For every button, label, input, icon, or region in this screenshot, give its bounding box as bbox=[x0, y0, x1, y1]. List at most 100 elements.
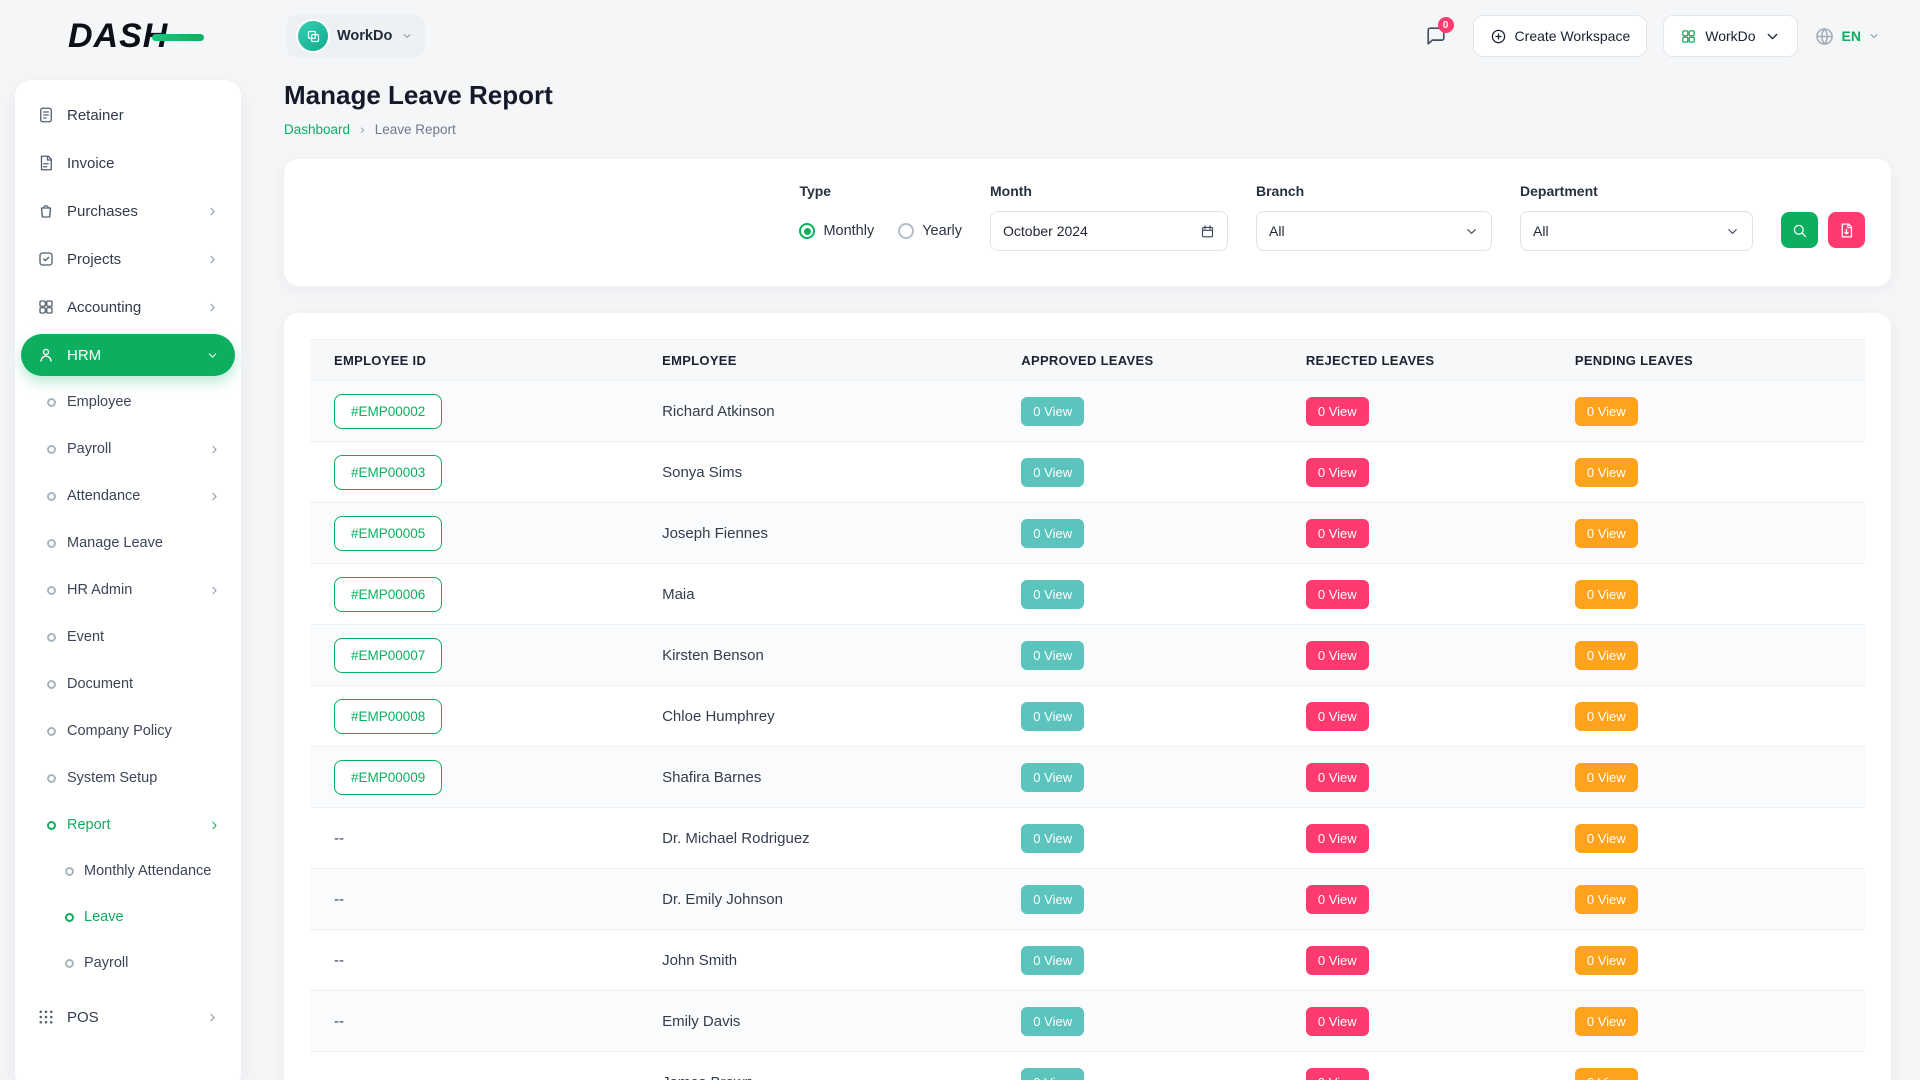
sidebar-item-label: Payroll bbox=[84, 955, 128, 971]
approved-leaves-badge[interactable]: 0 View bbox=[1021, 1068, 1084, 1080]
sidebar-item-leave[interactable]: Leave bbox=[25, 898, 231, 936]
employee-name-cell: Dr. Emily Johnson bbox=[638, 891, 997, 908]
pending-leaves-cell: 0 View bbox=[1551, 885, 1865, 914]
pending-leaves-badge[interactable]: 0 View bbox=[1575, 824, 1638, 853]
rejected-leaves-badge[interactable]: 0 View bbox=[1306, 824, 1369, 853]
workspace-menu-button[interactable]: WorkDo bbox=[1663, 15, 1797, 57]
sidebar-item-document[interactable]: Document bbox=[25, 664, 231, 704]
rejected-leaves-badge[interactable]: 0 View bbox=[1306, 458, 1369, 487]
branch-select[interactable]: All bbox=[1256, 211, 1492, 251]
sidebar-item-company-policy[interactable]: Company Policy bbox=[25, 711, 231, 751]
pending-leaves-badge[interactable]: 0 View bbox=[1575, 580, 1638, 609]
month-input[interactable]: October 2024 bbox=[990, 211, 1228, 251]
employee-id-button[interactable]: #EMP00008 bbox=[334, 699, 442, 734]
sidebar-item-retainer[interactable]: Retainer bbox=[25, 94, 231, 136]
pending-leaves-badge[interactable]: 0 View bbox=[1575, 641, 1638, 670]
sidebar-item-payroll[interactable]: Payroll bbox=[25, 429, 231, 469]
sidebar-item-employee[interactable]: Employee bbox=[25, 382, 231, 422]
approved-leaves-badge[interactable]: 0 View bbox=[1021, 702, 1084, 731]
rejected-leaves-badge[interactable]: 0 View bbox=[1306, 885, 1369, 914]
type-radio-yearly[interactable]: Yearly bbox=[898, 223, 962, 239]
sidebar-item-label: Leave bbox=[84, 909, 124, 925]
rejected-leaves-badge[interactable]: 0 View bbox=[1306, 519, 1369, 548]
bullet-icon bbox=[47, 586, 56, 595]
employee-id-cell: #EMP00009 bbox=[310, 760, 638, 795]
sidebar-item-payroll[interactable]: Payroll bbox=[25, 944, 231, 982]
sidebar-item-monthly-attendance[interactable]: Monthly Attendance bbox=[25, 852, 231, 890]
pending-leaves-badge[interactable]: 0 View bbox=[1575, 702, 1638, 731]
approved-leaves-badge[interactable]: 0 View bbox=[1021, 397, 1084, 426]
pending-leaves-badge[interactable]: 0 View bbox=[1575, 763, 1638, 792]
approved-leaves-badge[interactable]: 0 View bbox=[1021, 763, 1084, 792]
employee-id-button[interactable]: #EMP00009 bbox=[334, 760, 442, 795]
breadcrumb-dashboard-link[interactable]: Dashboard bbox=[284, 122, 350, 137]
rejected-leaves-badge[interactable]: 0 View bbox=[1306, 946, 1369, 975]
pending-leaves-badge[interactable]: 0 View bbox=[1575, 885, 1638, 914]
pending-leaves-badge[interactable]: 0 View bbox=[1575, 946, 1638, 975]
employee-id-button[interactable]: #EMP00003 bbox=[334, 455, 442, 490]
sidebar-item-manage-leave[interactable]: Manage Leave bbox=[25, 523, 231, 563]
sidebar-item-system-setup[interactable]: System Setup bbox=[25, 758, 231, 798]
approved-leaves-badge[interactable]: 0 View bbox=[1021, 1007, 1084, 1036]
sidebar-item-event[interactable]: Event bbox=[25, 617, 231, 657]
sidebar-item-projects[interactable]: Projects bbox=[25, 238, 231, 280]
employee-id-button[interactable]: #EMP00006 bbox=[334, 577, 442, 612]
approved-leaves-badge[interactable]: 0 View bbox=[1021, 580, 1084, 609]
messages-button[interactable]: 0 bbox=[1415, 15, 1457, 57]
approved-leaves-badge[interactable]: 0 View bbox=[1021, 458, 1084, 487]
pending-leaves-badge[interactable]: 0 View bbox=[1575, 458, 1638, 487]
sidebar-item-hr-admin[interactable]: HR Admin bbox=[25, 570, 231, 610]
rejected-leaves-badge[interactable]: 0 View bbox=[1306, 763, 1369, 792]
employee-id-button[interactable]: #EMP00002 bbox=[334, 394, 442, 429]
create-workspace-button[interactable]: Create Workspace bbox=[1473, 15, 1648, 57]
table-row: #EMP00008Chloe Humphrey0 View0 View0 Vie… bbox=[310, 686, 1865, 747]
sidebar-item-purchases[interactable]: Purchases bbox=[25, 190, 231, 232]
type-radio-monthly[interactable]: Monthly bbox=[799, 223, 874, 239]
workspace-selector[interactable]: WorkDo bbox=[286, 14, 425, 58]
radio-icon[interactable] bbox=[898, 223, 914, 239]
employee-id-button[interactable]: #EMP00005 bbox=[334, 516, 442, 551]
approved-leaves-badge[interactable]: 0 View bbox=[1021, 885, 1084, 914]
pending-leaves-badge[interactable]: 0 View bbox=[1575, 519, 1638, 548]
pending-leaves-badge[interactable]: 0 View bbox=[1575, 397, 1638, 426]
approved-leaves-badge[interactable]: 0 View bbox=[1021, 519, 1084, 548]
rejected-leaves-badge[interactable]: 0 View bbox=[1306, 1007, 1369, 1036]
radio-icon[interactable] bbox=[799, 223, 815, 239]
chevron-right-icon bbox=[208, 584, 221, 597]
approved-leaves-badge[interactable]: 0 View bbox=[1021, 946, 1084, 975]
rejected-leaves-badge[interactable]: 0 View bbox=[1306, 580, 1369, 609]
pending-leaves-cell: 0 View bbox=[1551, 946, 1865, 975]
pending-leaves-cell: 0 View bbox=[1551, 763, 1865, 792]
sidebar-item-label: Company Policy bbox=[67, 723, 172, 739]
pending-leaves-badge[interactable]: 0 View bbox=[1575, 1007, 1638, 1036]
sidebar-item-pos[interactable]: POS bbox=[25, 996, 231, 1038]
export-file-icon bbox=[1838, 222, 1855, 239]
sidebar-item-label: Retainer bbox=[67, 107, 124, 124]
sidebar-item-report[interactable]: Report bbox=[25, 805, 231, 845]
sidebar-item-invoice[interactable]: Invoice bbox=[25, 142, 231, 184]
chevron-right-icon bbox=[206, 253, 219, 266]
rejected-leaves-badge[interactable]: 0 View bbox=[1306, 641, 1369, 670]
approved-leaves-cell: 0 View bbox=[997, 458, 1282, 487]
pending-leaves-badge[interactable]: 0 View bbox=[1575, 1068, 1638, 1080]
approved-leaves-badge[interactable]: 0 View bbox=[1021, 824, 1084, 853]
chat-count-badge: 0 bbox=[1438, 17, 1454, 33]
retainer-icon bbox=[37, 106, 55, 124]
rejected-leaves-cell: 0 View bbox=[1282, 580, 1551, 609]
sidebar-item-accounting[interactable]: Accounting bbox=[25, 286, 231, 328]
approved-leaves-badge[interactable]: 0 View bbox=[1021, 641, 1084, 670]
app-logo[interactable]: DASH bbox=[68, 17, 190, 56]
rejected-leaves-badge[interactable]: 0 View bbox=[1306, 1068, 1369, 1080]
department-select[interactable]: All bbox=[1520, 211, 1753, 251]
sidebar-item-label: Payroll bbox=[67, 441, 111, 457]
sidebar-item-attendance[interactable]: Attendance bbox=[25, 476, 231, 516]
employee-id-cell: -- bbox=[310, 830, 638, 847]
language-selector[interactable]: EN bbox=[1814, 26, 1880, 47]
search-button[interactable] bbox=[1781, 212, 1818, 248]
rejected-leaves-badge[interactable]: 0 View bbox=[1306, 702, 1369, 731]
export-button[interactable] bbox=[1828, 212, 1865, 248]
employee-id-button[interactable]: #EMP00007 bbox=[334, 638, 442, 673]
type-label: Type bbox=[799, 183, 962, 199]
sidebar-item-hrm[interactable]: HRM bbox=[21, 334, 235, 376]
rejected-leaves-badge[interactable]: 0 View bbox=[1306, 397, 1369, 426]
